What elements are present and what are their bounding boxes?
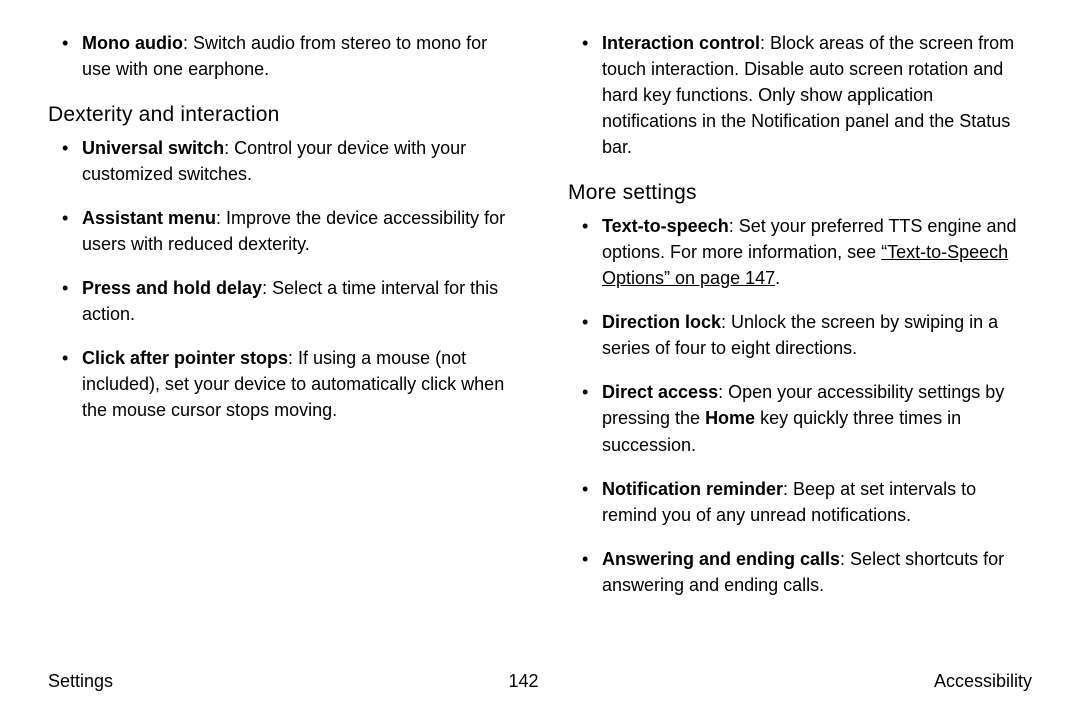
item-desc-part: . [775,268,780,288]
footer-page-number: 142 [508,668,538,694]
item-term: Click after pointer stops [82,348,288,368]
footer-topic-label: Accessibility [934,668,1032,694]
bullet-list: Interaction control: Block areas of the … [568,30,1032,160]
section-heading-more-settings: More settings [568,178,1032,208]
two-column-layout: Mono audio: Switch audio from stereo to … [48,30,1032,616]
item-term: Direction lock [602,312,721,332]
list-item: Notification reminder: Beep at set inter… [602,476,1032,528]
list-item: Universal switch: Control your device wi… [82,135,512,187]
bullet-list: Text-to-speech: Set your preferred TTS e… [568,213,1032,598]
list-item: Direct access: Open your accessibility s… [602,379,1032,457]
bullet-list: Mono audio: Switch audio from stereo to … [48,30,512,82]
document-page: Mono audio: Switch audio from stereo to … [0,0,1080,720]
item-term: Universal switch [82,138,224,158]
bullet-list: Universal switch: Control your device wi… [48,135,512,424]
list-item: Direction lock: Unlock the screen by swi… [602,309,1032,361]
home-key-label: Home [705,408,755,428]
list-item: Press and hold delay: Select a time inte… [82,275,512,327]
item-term: Direct access [602,382,718,402]
list-item: Interaction control: Block areas of the … [602,30,1032,160]
item-term: Press and hold delay [82,278,262,298]
list-item: Answering and ending calls: Select short… [602,546,1032,598]
page-footer: Settings 142 Accessibility [48,668,1032,694]
item-term: Text-to-speech [602,216,729,236]
list-item: Assistant menu: Improve the device acces… [82,205,512,257]
item-term: Assistant menu [82,208,216,228]
left-column: Mono audio: Switch audio from stereo to … [48,30,512,616]
footer-section-label: Settings [48,668,113,694]
list-item: Text-to-speech: Set your preferred TTS e… [602,213,1032,291]
right-column: Interaction control: Block areas of the … [568,30,1032,616]
list-item: Mono audio: Switch audio from stereo to … [82,30,512,82]
item-term: Interaction control [602,33,760,53]
section-heading-dexterity: Dexterity and interaction [48,100,512,130]
list-item: Click after pointer stops: If using a mo… [82,345,512,423]
item-term: Answering and ending calls [602,549,840,569]
item-term: Mono audio [82,33,183,53]
item-term: Notification reminder [602,479,783,499]
